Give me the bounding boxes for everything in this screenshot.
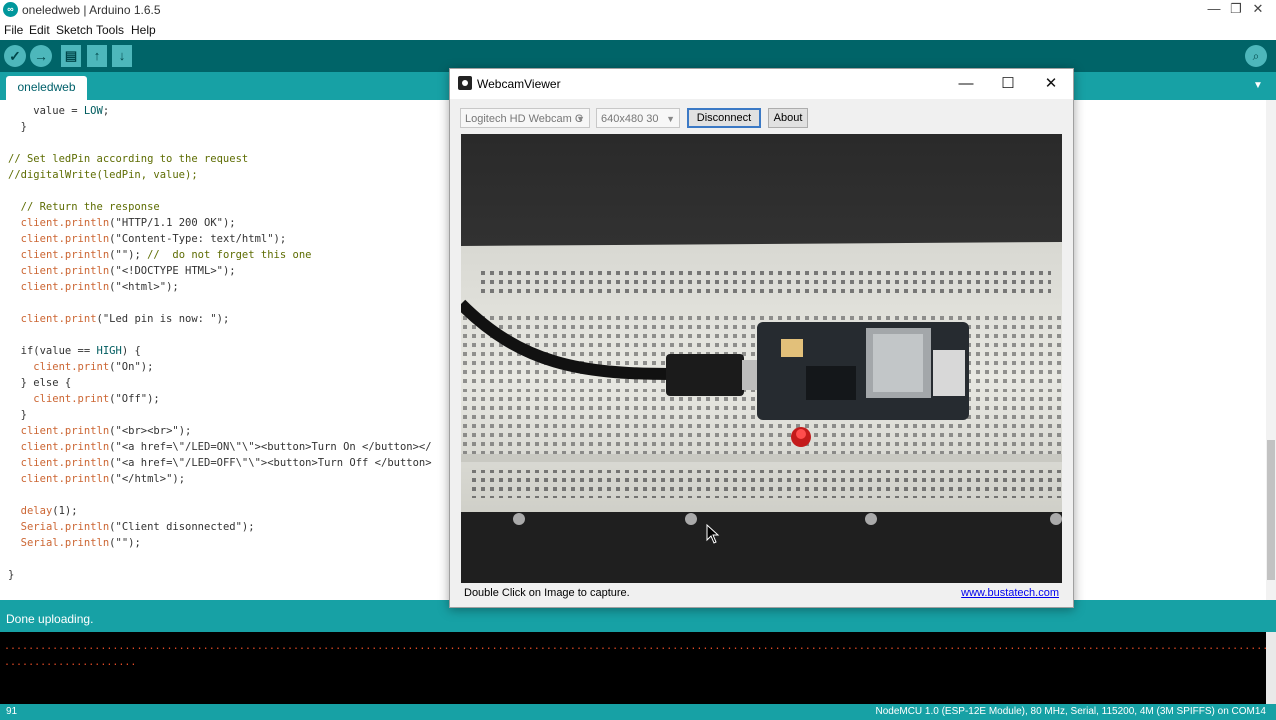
device-select[interactable]: Logitech HD Webcam C ▼: [460, 108, 590, 128]
code-line: client.println("<a href=\"/LED=ON\"\"><b…: [20, 441, 432, 453]
code-line: client.println("<br><br>");: [20, 425, 192, 437]
menu-tools[interactable]: Tools: [96, 23, 124, 37]
menu-edit[interactable]: Edit: [29, 23, 50, 37]
webcam-video-feed[interactable]: [461, 134, 1062, 583]
tab-menu-chevron-down-icon[interactable]: ▼: [1250, 78, 1266, 94]
capture-hint: Double Click on Image to capture.: [464, 587, 630, 599]
code-line: client.println("Content-Type: text/html"…: [20, 233, 287, 245]
line-number: 91: [6, 706, 18, 717]
menu-file[interactable]: File: [4, 23, 23, 37]
code-line: //digitalWrite(ledPin, value);: [8, 169, 198, 181]
close-button[interactable]: ✕: [1236, 0, 1276, 20]
webcam-image: [461, 134, 1062, 583]
console-line: ........................................…: [4, 641, 1266, 652]
about-button[interactable]: About: [768, 108, 808, 128]
code-line: } else {: [8, 377, 72, 389]
code-line: value = LOW;: [8, 105, 110, 117]
code-line: client.println(""); // do not forget thi…: [20, 249, 312, 261]
resolution-select[interactable]: 640x480 30 ▼: [596, 108, 680, 128]
code-line: Serial.println("Client disonnected");: [20, 521, 255, 533]
webcam-maximize-button[interactable]: ☐: [993, 73, 1023, 95]
code-line: if(value == HIGH) {: [8, 345, 141, 357]
webcam-minimize-button[interactable]: —: [951, 73, 981, 95]
resolution-select-value: 640x480 30: [601, 113, 659, 125]
webcam-window-title: WebcamViewer: [477, 77, 561, 91]
arduino-logo-icon: ∞: [3, 2, 18, 17]
menu-sketch[interactable]: Sketch: [56, 23, 93, 37]
editor-scrollbar-thumb[interactable]: [1267, 440, 1275, 580]
code-line: client.println("<html>");: [20, 281, 179, 293]
chevron-down-icon: ▼: [666, 114, 675, 124]
console-scrollbar[interactable]: [1266, 632, 1276, 704]
device-select-value: Logitech HD Webcam C: [465, 113, 583, 125]
code-line: client.println("<!DOCTYPE HTML>");: [20, 265, 236, 277]
console-line: ......................: [4, 657, 137, 668]
board-info: NodeMCU 1.0 (ESP-12E Module), 80 MHz, Se…: [875, 706, 1266, 717]
upload-icon[interactable]: →: [30, 45, 52, 67]
menu-help[interactable]: Help: [131, 23, 156, 37]
code-line: client.println("<a href=\"/LED=OFF\"\"><…: [20, 457, 432, 469]
chevron-down-icon: ▼: [576, 114, 585, 124]
mouse-cursor-icon: [706, 524, 720, 544]
code-line: }: [8, 121, 27, 133]
window-title: oneledweb | Arduino 1.6.5: [22, 3, 161, 17]
open-icon[interactable]: ↑: [87, 45, 107, 67]
save-icon[interactable]: ↓: [112, 45, 132, 67]
code-line: client.print("Led pin is now: ");: [20, 313, 230, 325]
webcam-viewer-window: WebcamViewer — ☐ ✕ Logitech HD Webcam C …: [449, 68, 1074, 608]
code-line: client.print("On");: [33, 361, 154, 373]
code-line: }: [8, 409, 27, 421]
bustatech-link[interactable]: www.bustatech.com: [961, 587, 1059, 599]
verify-icon[interactable]: ✓: [4, 45, 26, 67]
code-line: client.println("</html>");: [20, 473, 186, 485]
code-line: client.print("Off");: [33, 393, 160, 405]
code-line: client.println("HTTP/1.1 200 OK");: [20, 217, 236, 229]
restore-button[interactable]: ❐: [1192, 0, 1242, 20]
new-sketch-icon[interactable]: ▤: [61, 45, 81, 67]
status-message: Done uploading.: [6, 612, 94, 626]
tab-oneledweb[interactable]: oneledweb: [6, 76, 87, 100]
menu-bar: [0, 20, 1276, 40]
serial-monitor-icon[interactable]: ⌕: [1245, 45, 1267, 67]
console-output: ........................................…: [0, 632, 1266, 704]
code-line: delay(1);: [20, 505, 78, 517]
title-bar: [0, 0, 1276, 20]
code-line: // Return the response: [8, 201, 160, 213]
code-line: // Set ledPin according to the request: [8, 153, 249, 165]
webcam-app-icon: [458, 76, 472, 90]
webcam-close-button[interactable]: ✕: [1036, 73, 1066, 95]
code-line: }: [8, 569, 15, 581]
disconnect-button[interactable]: Disconnect: [687, 108, 761, 128]
code-line: Serial.println("");: [20, 537, 141, 549]
